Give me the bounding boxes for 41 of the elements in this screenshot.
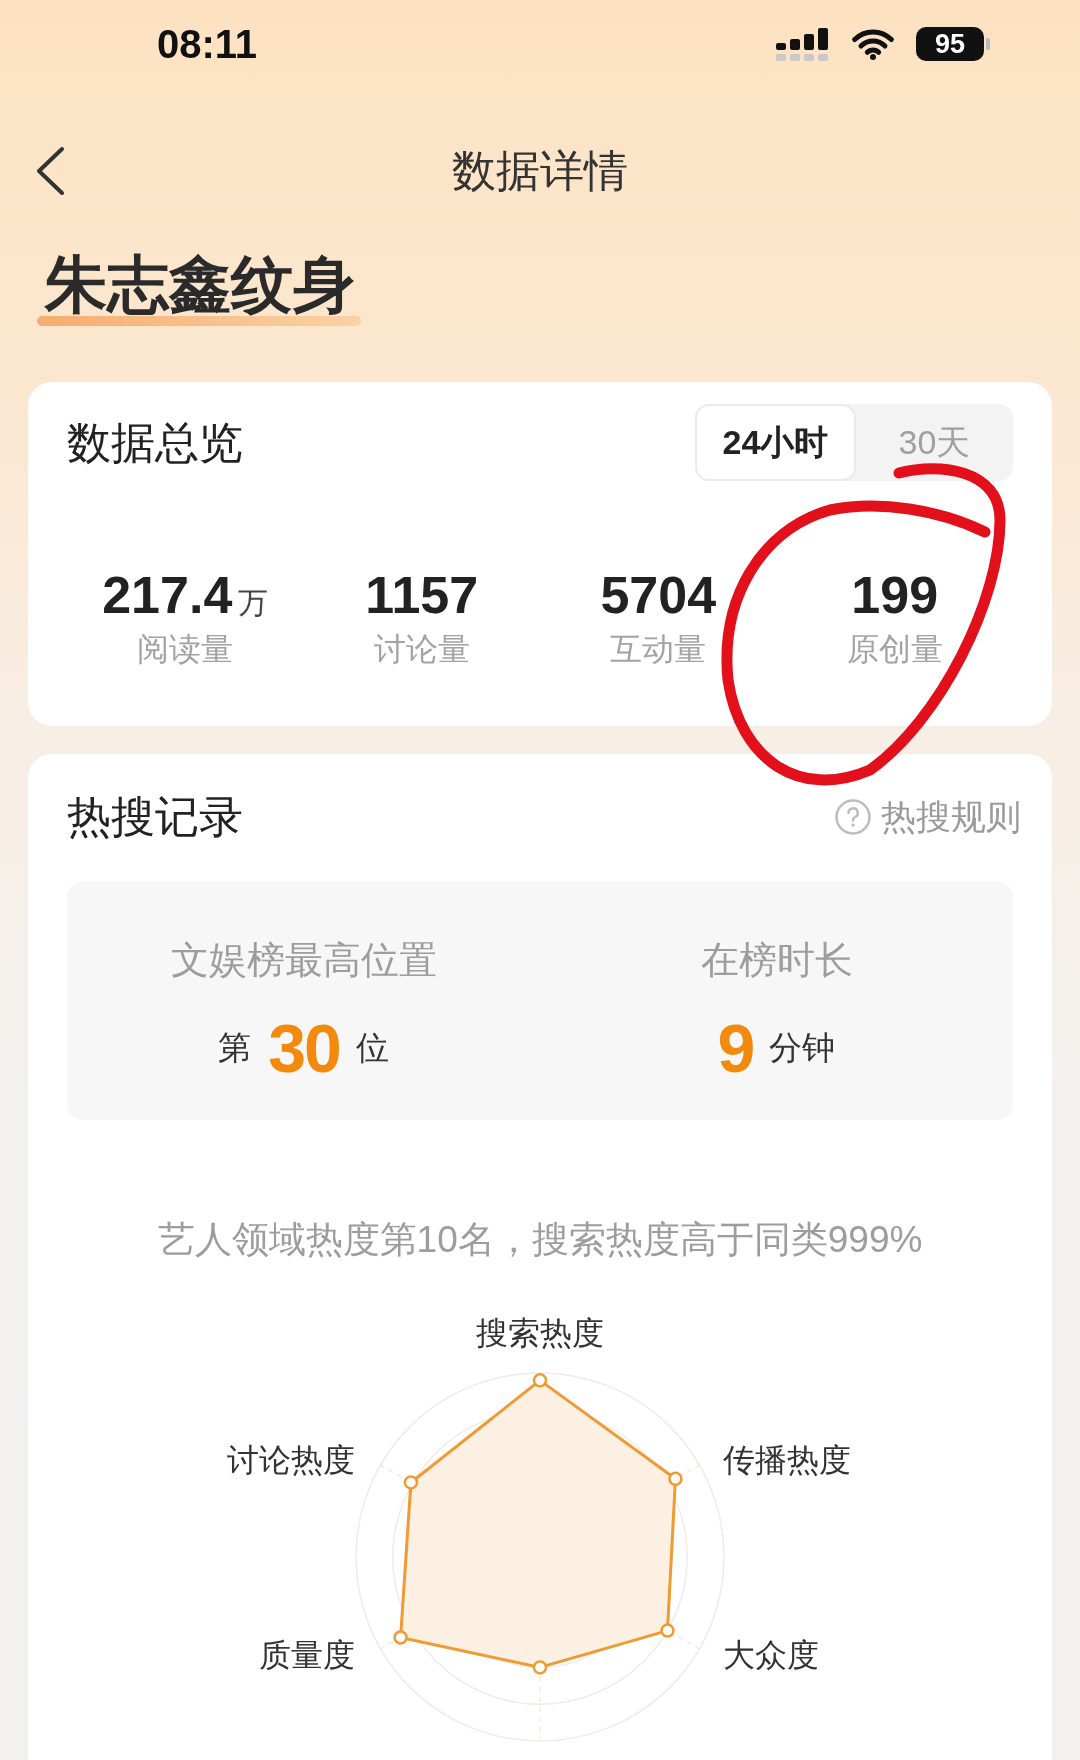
status-time: 08:11 — [157, 21, 258, 68]
topic-title: 朱志鑫纹身 — [45, 254, 355, 316]
rules-link[interactable]: 热搜规则 — [835, 795, 1021, 839]
ranking-summary: 艺人领域热度第10名，搜索热度高于同类999% — [157, 1218, 923, 1262]
record-prefix: 第 — [218, 1028, 252, 1068]
stat-value: 1157 — [365, 565, 479, 625]
record-value: 9 — [717, 1010, 754, 1086]
radar-axis-label: 搜索热度 — [476, 1314, 604, 1353]
radar-axis-label: 质量度 — [259, 1636, 355, 1675]
stat-label: 阅读量 — [137, 630, 234, 669]
signal-icon — [776, 27, 830, 61]
record-unit: 位 — [355, 1028, 389, 1068]
stat-value: 5704 — [600, 565, 717, 625]
radar-axis-label: 大众度 — [723, 1636, 819, 1675]
radar-point — [668, 1471, 683, 1487]
record-unit: 分钟 — [769, 1028, 836, 1068]
section-title: 数据总览 — [67, 416, 243, 469]
record-label: 文娱榜最高位置 — [170, 938, 437, 982]
radar-point — [393, 1630, 408, 1645]
stat-label: 互动量 — [610, 630, 707, 669]
page-title: 数据详情 — [452, 145, 628, 197]
section-title: 热搜记录 — [67, 791, 243, 843]
radar-point — [532, 1373, 548, 1388]
stat-value: 199 — [851, 565, 939, 625]
period-tab[interactable]: 24小时 — [695, 404, 856, 481]
chevron-left-icon — [34, 146, 66, 196]
stat-label: 原创量 — [846, 630, 943, 669]
period-tab[interactable]: 30天 — [856, 404, 1013, 481]
radar-point — [660, 1623, 675, 1638]
battery-indicator: 95 — [916, 27, 990, 61]
stat-unit: 万 — [238, 585, 269, 621]
stat-value: 217.4 — [102, 565, 233, 625]
question-circle-icon — [835, 799, 871, 835]
radar-axis-label: 传播热度 — [723, 1441, 851, 1480]
radar-axis-label: 讨论热度 — [227, 1441, 355, 1480]
radar-point — [403, 1475, 419, 1490]
wifi-icon — [850, 28, 896, 60]
stat-label: 讨论量 — [373, 630, 470, 669]
radar-point — [532, 1660, 548, 1675]
record-label: 在榜时长 — [700, 938, 853, 982]
record-value: 30 — [268, 1010, 340, 1086]
